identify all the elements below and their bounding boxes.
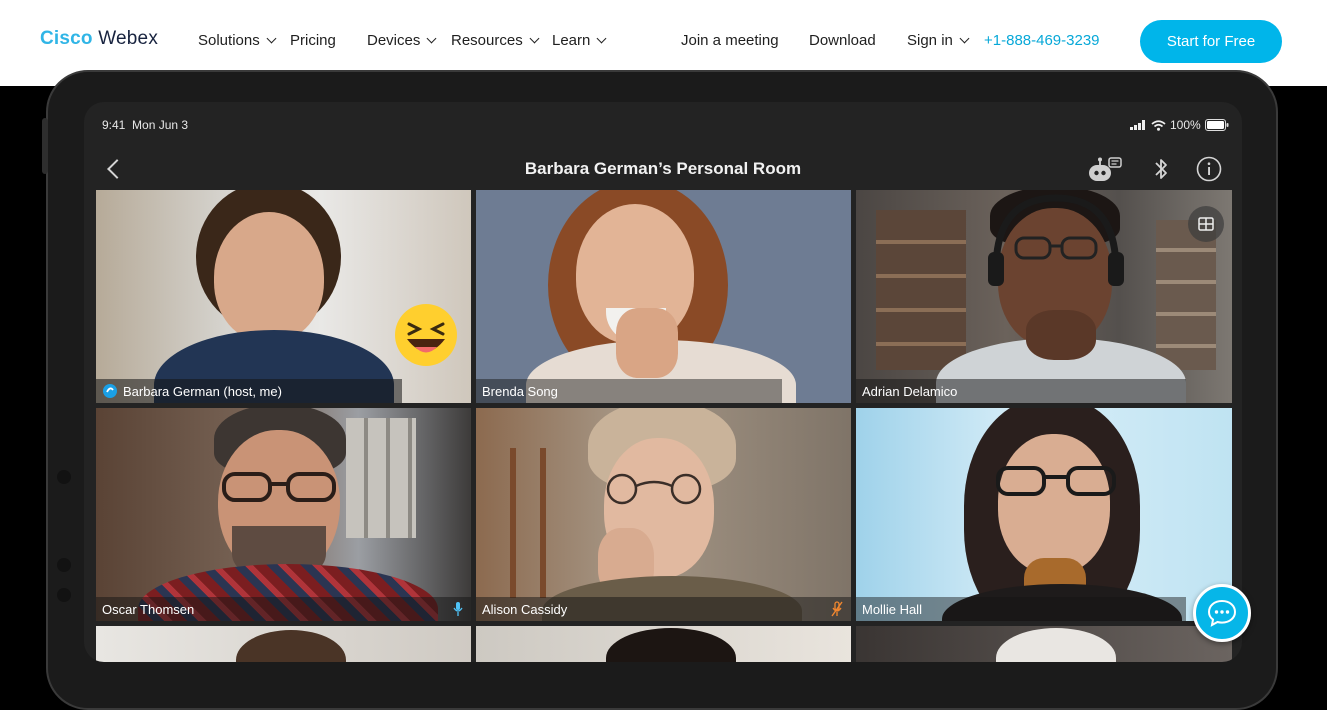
logo-cisco-text: Cisco [40,28,93,49]
logo-webex-text: Webex [98,28,159,49]
phone-link[interactable]: +1-888-469-3239 [984,32,1100,49]
status-time-date: 9:41 Mon Jun 3 [102,118,188,132]
name-bar: Alison Cassidy [476,597,851,621]
grid-layout-icon[interactable] [1188,206,1224,242]
sign-in-menu[interactable]: Sign in [907,32,970,49]
chevron-down-icon [266,33,277,44]
battery-percent: 100% [1170,118,1201,132]
chevron-down-icon [596,33,607,44]
meeting-screen: 9:41 Mon Jun 3 100% Barbara German’s Per… [84,102,1242,662]
participant-tile-row3-2[interactable] [476,626,851,662]
participant-hand [616,308,678,378]
participant-face [998,434,1110,574]
glasses-icon [222,472,336,502]
participant-face [214,212,324,342]
nav-learn[interactable]: Learn [552,32,607,49]
nav-solutions-label: Solutions [198,32,260,49]
bluetooth-icon[interactable] [1153,156,1169,182]
binders-shelf [346,418,416,538]
status-time: 9:41 [102,118,126,132]
wifi-icon [1151,119,1166,131]
participant-tile-brenda[interactable]: Brenda Song [476,190,851,403]
participant-name: Mollie Hall [862,601,922,617]
participant-tile-row3-1[interactable] [96,626,471,662]
nav-pricing-label: Pricing [290,32,336,49]
participant-name: Brenda Song [482,383,558,399]
tablet-camera-dot [57,470,71,484]
cellular-signal-icon [1130,120,1145,130]
nav-resources[interactable]: Resources [451,32,540,49]
tablet-side-button [42,118,48,174]
webex-status-icon [103,384,117,398]
glasses-icon [996,466,1116,496]
chat-button[interactable] [1193,584,1251,642]
chat-bubble-icon [1207,599,1237,627]
info-icon[interactable] [1196,156,1222,182]
battery-icon [1204,119,1229,131]
chevron-down-icon [426,33,437,44]
participant-tile-row3-3[interactable] [856,626,1232,662]
start-for-free-label: Start for Free [1166,33,1256,50]
microphone-active-icon [453,602,463,616]
name-bar: Oscar Thomsen [96,597,471,621]
participant-name: Alison Cassidy [482,601,568,617]
glasses-icon [606,473,702,505]
nav-devices[interactable]: Devices [367,32,437,49]
chevron-down-icon [959,33,970,44]
download-label: Download [809,32,876,49]
participant-tile-alison[interactable]: Alison Cassidy [476,408,851,621]
join-meeting-label: Join a meeting [681,32,779,49]
phone-number: +1-888-469-3239 [984,32,1100,49]
participant-tile-barbara[interactable]: Barbara German (host, me) [96,190,471,403]
nav-devices-label: Devices [367,32,421,49]
participant-tile-adrian[interactable]: Adrian Delamico [856,190,1232,403]
nav-pricing[interactable]: Pricing [290,32,336,49]
name-bar: Mollie Hall [856,597,1186,621]
bookshelf [876,210,966,370]
status-date: Mon Jun 3 [132,118,189,132]
start-for-free-button[interactable]: Start for Free [1140,20,1282,63]
cisco-webex-logo[interactable]: Cisco Webex [40,28,158,50]
participant-name: Oscar Thomsen [102,601,195,617]
join-meeting-link[interactable]: Join a meeting [681,32,779,49]
room-title: Barbara German’s Personal Room [524,159,802,178]
status-indicators: 100% [1130,118,1229,132]
participant-name: Barbara German (host, me) [123,383,282,399]
bookshelf [1156,220,1216,370]
name-bar: Brenda Song [476,379,782,403]
nav-solutions[interactable]: Solutions [198,32,277,49]
nav-resources-label: Resources [451,32,523,49]
participant-tile-oscar[interactable]: Oscar Thomsen [96,408,471,621]
sign-in-label: Sign in [907,32,953,49]
microphone-muted-icon [831,601,843,617]
wooden-easel [486,448,566,598]
tablet-sensor-dot [57,558,71,572]
participant-name: Adrian Delamico [862,383,958,399]
nav-learn-label: Learn [552,32,591,49]
chevron-down-icon [529,33,540,44]
name-bar: Adrian Delamico [856,379,1186,403]
tablet-sensor-dot [57,588,71,602]
laughing-emoji-icon [395,304,457,366]
download-link[interactable]: Download [809,32,876,49]
participant-hand [1026,310,1096,360]
robot-icon[interactable] [1087,156,1123,184]
glasses-icon [1014,236,1098,260]
name-bar: Barbara German (host, me) [96,379,402,403]
participant-tile-mollie[interactable]: Mollie Hall [856,408,1232,621]
